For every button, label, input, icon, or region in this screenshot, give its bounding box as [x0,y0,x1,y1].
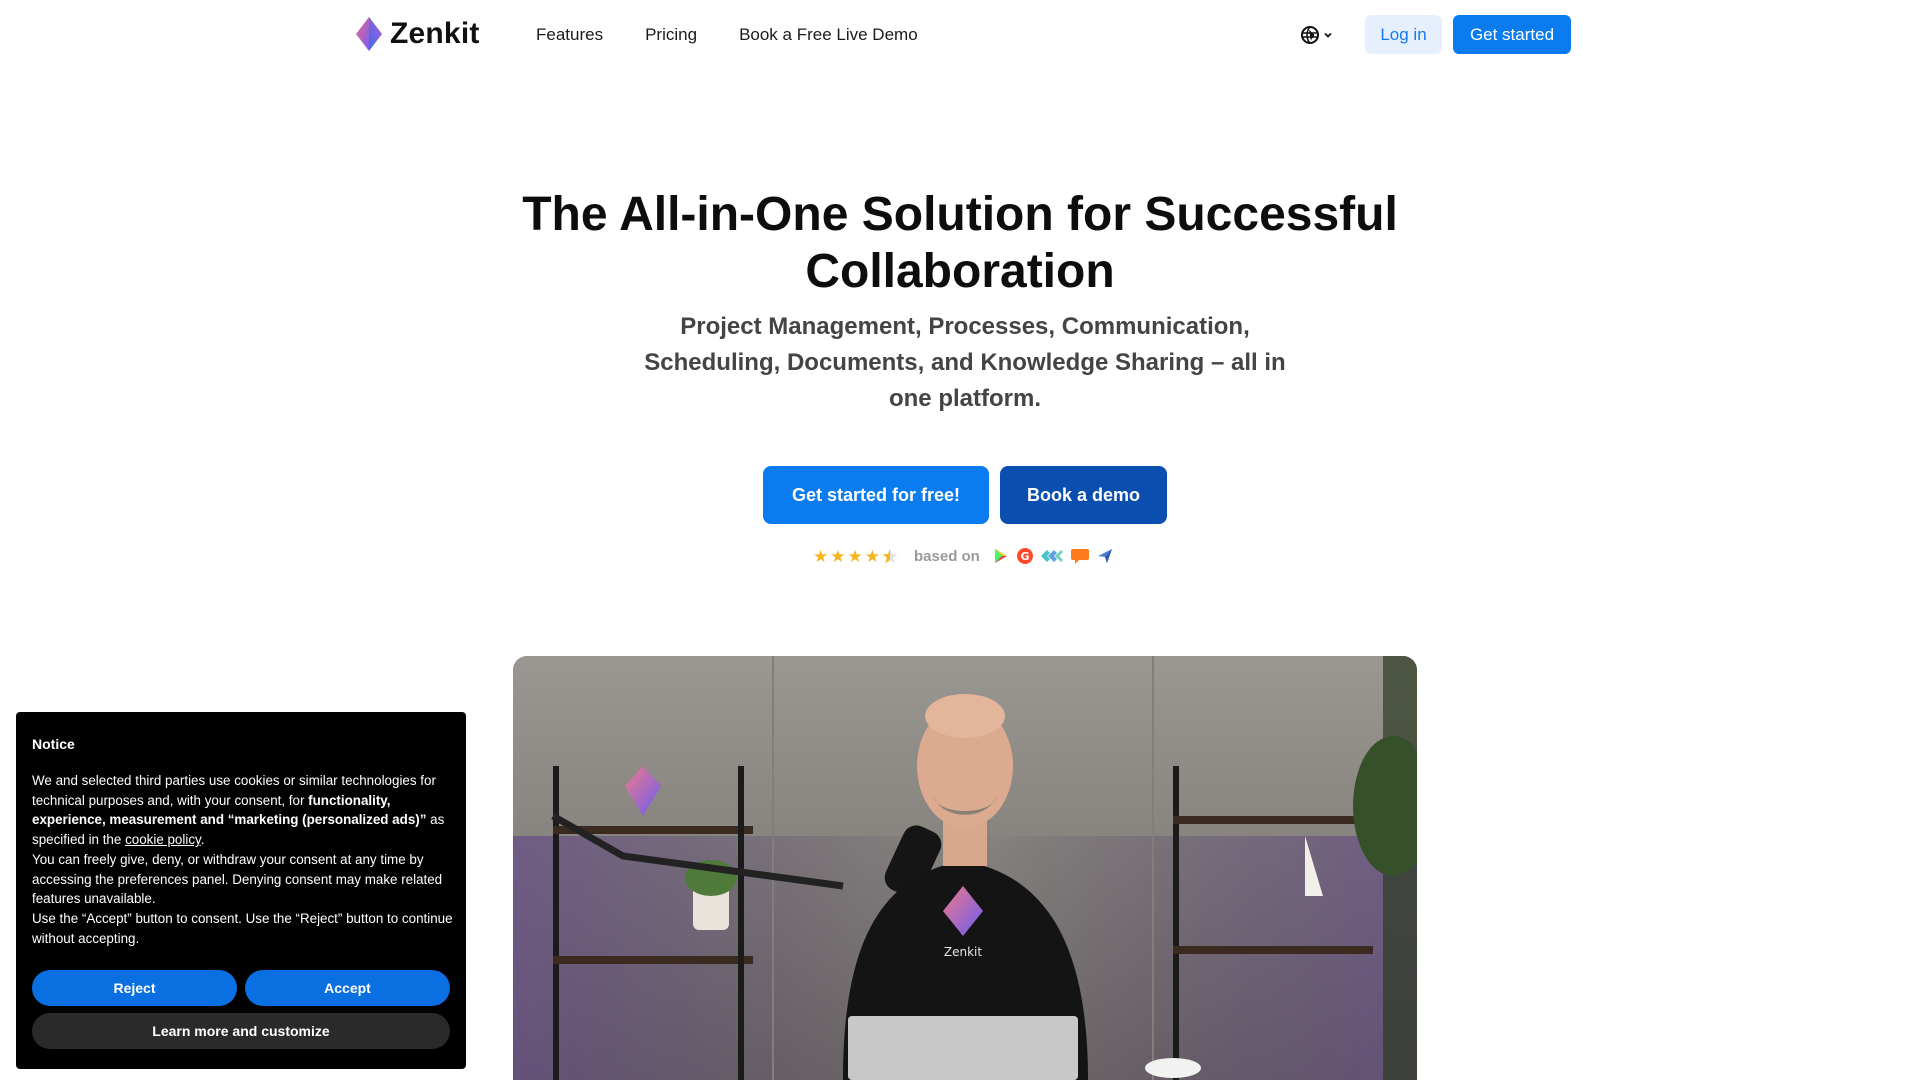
top-navigation-bar: Zenkit Features Pricing Book a Free Live… [0,0,1920,70]
cookie-paragraph-2: You can freely give, deny, or withdraw y… [32,851,443,907]
star-icon: ★ [864,546,880,566]
cookie-p1-end: . [200,832,205,848]
chat-review-icon [1070,549,1089,564]
cookie-learn-more-button[interactable]: Learn more and customize [32,1013,450,1049]
half-star-icon [882,548,898,563]
zenkit-logo[interactable]: Zenkit [356,16,480,52]
book-demo-button[interactable]: Book a demo [1000,466,1167,524]
star-icon: ★ [847,546,863,566]
g2-icon: G [1016,548,1033,564]
presenter-video-frame: Zenkit [513,656,1417,1080]
paper-plane-icon [1097,549,1112,563]
google-play-icon [994,549,1007,563]
cookie-notice-text: We and selected third parties use cookie… [32,771,454,948]
cookie-paragraph-3: Use the “Accept” button to consent. Use … [32,910,453,946]
cookie-notice-title: Notice [32,736,75,752]
svg-text:G: G [1020,550,1029,563]
globe-icon [1301,26,1319,44]
cookie-consent-dialog: Notice We and selected third parties use… [16,712,466,1069]
star-icon: ★ [813,546,829,566]
chevron-down-icon [1324,32,1332,38]
login-button[interactable]: Log in [1365,15,1442,54]
get-started-free-button[interactable]: Get started for free! [763,466,989,524]
hero-title: The All-in-One Solution for Successful C… [522,188,1398,298]
nav-features[interactable]: Features [536,25,603,45]
nav-book-demo[interactable]: Book a Free Live Demo [739,25,918,45]
main-nav: Features Pricing Book a Free Live Demo [536,0,918,70]
based-on-label: based on [914,547,980,565]
rating-strip: ★ ★ ★ ★ based on G [813,545,1114,567]
cookie-paragraph-1: We and selected third parties use cookie… [32,771,454,850]
cookie-accept-button[interactable]: Accept [245,970,450,1006]
brand-name: Zenkit [390,17,480,50]
hero-cta-group: Get started for free! Book a demo [763,466,1167,524]
svg-text:Zenkit: Zenkit [944,945,982,959]
zenkit-logo-icon [356,17,382,51]
star-rating: ★ ★ ★ ★ [813,548,898,565]
language-selector[interactable] [1300,22,1336,48]
cookie-policy-link[interactable]: cookie policy [125,832,201,847]
star-icon: ★ [830,546,846,566]
hero-video[interactable]: Zenkit [513,656,1417,1080]
get-started-button[interactable]: Get started [1453,15,1571,54]
nav-pricing[interactable]: Pricing [645,25,697,45]
hero-subtitle: Project Management, Processes, Communica… [644,313,1286,412]
cookie-reject-button[interactable]: Reject [32,970,237,1006]
capterra-icon [1040,550,1063,562]
